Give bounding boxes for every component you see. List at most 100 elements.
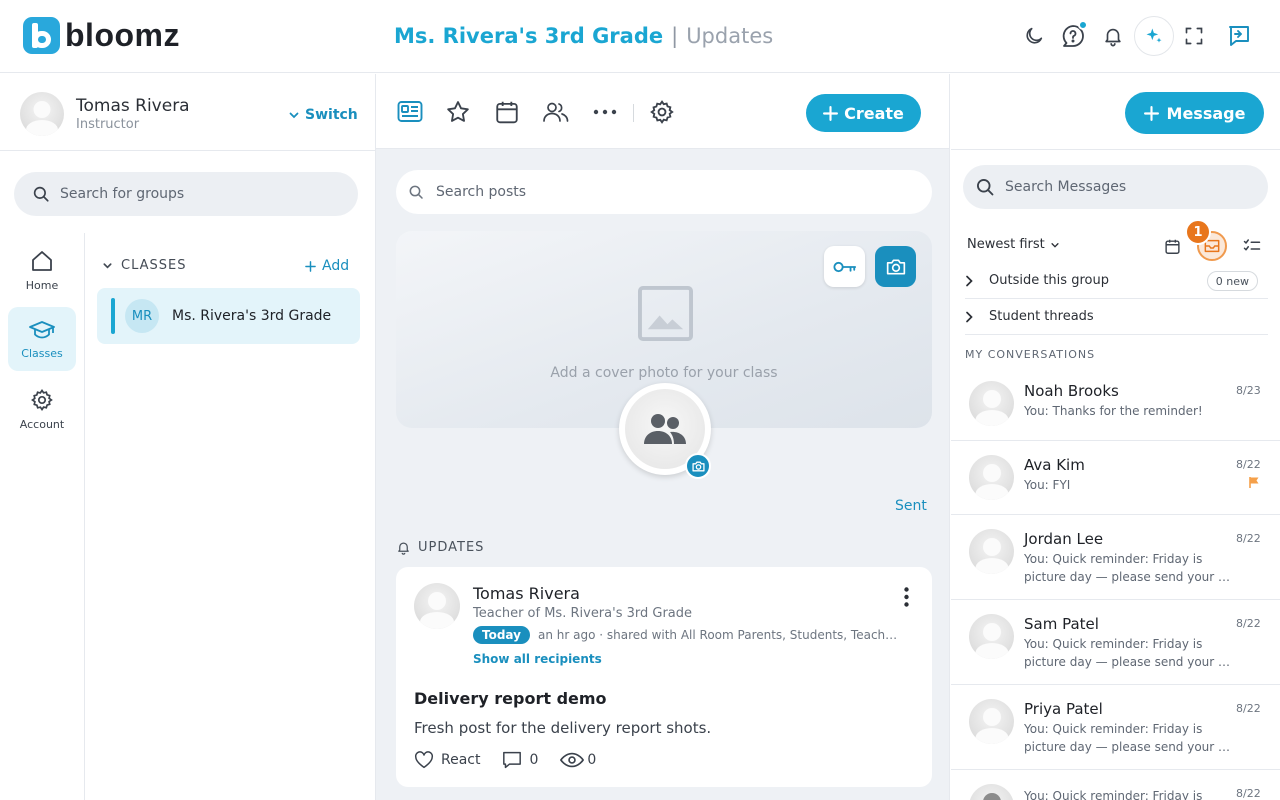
heart-icon xyxy=(415,751,433,769)
view-count: 0 xyxy=(587,752,597,768)
tab-favorites[interactable] xyxy=(444,98,472,126)
conversation-item[interactable]: Ava Kim 8/22 You: FYI xyxy=(951,441,1280,515)
classes-section-toggle[interactable]: CLASSES xyxy=(102,258,186,273)
camera-icon xyxy=(691,461,705,471)
react-button[interactable]: React xyxy=(414,751,480,769)
views-indicator: 0 xyxy=(560,752,596,768)
show-recipients-link[interactable]: Show all recipients xyxy=(473,652,602,666)
conversation-date: 8/22 xyxy=(1236,458,1261,471)
classes-heading: CLASSES xyxy=(121,258,187,273)
breadcrumb-group[interactable]: Ms. Rivera's 3rd Grade xyxy=(394,24,663,48)
create-button[interactable]: Create xyxy=(806,94,921,132)
new-message-label: Message xyxy=(1166,103,1246,123)
flag-icon xyxy=(1249,477,1259,488)
post-body: Fresh post for the delivery report shots… xyxy=(414,719,712,737)
graduation-cap-icon xyxy=(29,320,55,338)
bloomz-logo[interactable]: bloomz xyxy=(23,17,180,54)
class-name: Ms. Rivera's 3rd Grade xyxy=(172,308,332,324)
outside-group-row[interactable]: Outside this group 0 new xyxy=(965,263,1268,299)
post-card: Tomas Rivera Teacher of Ms. Rivera's 3rd… xyxy=(396,567,932,787)
post-author[interactable]: Tomas Rivera xyxy=(473,584,580,603)
filter-tasks-button[interactable] xyxy=(1241,235,1263,257)
post-author-avatar[interactable] xyxy=(414,583,460,629)
react-label: React xyxy=(441,752,481,768)
post-title: Delivery report demo xyxy=(414,689,607,708)
eye-icon xyxy=(560,752,585,768)
feed-toolbar: Create xyxy=(376,74,949,149)
people-icon xyxy=(543,102,569,122)
nav-home[interactable]: Home xyxy=(8,238,76,302)
profile-avatar[interactable] xyxy=(20,92,64,136)
conversation-date: 8/22 xyxy=(1236,617,1261,630)
comment-icon xyxy=(503,751,522,769)
bell-icon[interactable] xyxy=(1099,22,1127,50)
filter-by-date-button[interactable] xyxy=(1161,235,1183,257)
change-group-photo-button[interactable] xyxy=(685,453,711,479)
post-search-input[interactable] xyxy=(436,184,696,200)
class-item[interactable]: MR Ms. Rivera's 3rd Grade xyxy=(97,288,360,344)
more-options-button[interactable] xyxy=(591,98,619,126)
conversations-heading: MY CONVERSATIONS xyxy=(965,348,1096,361)
conversation-avatar xyxy=(969,784,1014,800)
conversation-name: Noah Brooks xyxy=(1024,382,1119,400)
sent-link[interactable]: Sent xyxy=(895,498,927,514)
create-label: Create xyxy=(844,103,904,123)
search-icon xyxy=(977,179,994,196)
tab-updates[interactable] xyxy=(396,98,424,126)
nav-account-label: Account xyxy=(19,417,65,431)
tab-members[interactable] xyxy=(542,98,570,126)
chevron-down-icon xyxy=(103,263,112,269)
group-settings-button[interactable] xyxy=(648,98,676,126)
ai-assistant-button[interactable] xyxy=(1134,16,1174,56)
logo-icon xyxy=(23,17,60,54)
new-message-button[interactable]: Message xyxy=(1125,92,1264,134)
updates-heading: UPDATES xyxy=(396,540,484,555)
plus-icon xyxy=(823,105,839,121)
sort-dropdown[interactable]: Newest first xyxy=(967,237,1060,252)
chevron-down-icon xyxy=(1051,242,1059,248)
fullscreen-icon[interactable] xyxy=(1180,22,1208,50)
group-search xyxy=(14,172,358,216)
student-threads-row[interactable]: Student threads xyxy=(965,299,1268,335)
conversation-item[interactable]: Noah Brooks 8/23 You: Thanks for the rem… xyxy=(951,367,1280,441)
privacy-key-button[interactable] xyxy=(824,246,865,287)
conversation-item[interactable]: Priya Patel 8/22 You: Quick reminder: Fr… xyxy=(951,685,1280,770)
message-search-input[interactable] xyxy=(1005,179,1265,195)
plus-icon xyxy=(305,260,316,272)
nav-classes[interactable]: Classes xyxy=(8,307,76,371)
outside-group-label: Outside this group xyxy=(989,273,1109,288)
star-icon xyxy=(447,101,469,122)
dark-mode-icon[interactable] xyxy=(1020,22,1048,50)
unread-count-badge: 1 xyxy=(1185,219,1211,245)
switch-account-button[interactable]: Switch xyxy=(288,107,358,123)
post-actions: React 0 0 xyxy=(414,751,618,769)
profile-header: Tomas Rivera Instructor Switch xyxy=(0,74,375,151)
nav-classes-label: Classes xyxy=(21,346,63,360)
post-menu-button[interactable] xyxy=(898,585,914,609)
help-icon[interactable] xyxy=(1059,20,1088,50)
tab-calendar[interactable] xyxy=(493,98,521,126)
home-icon xyxy=(32,250,52,271)
class-item-indicator xyxy=(111,298,115,334)
nav-account[interactable]: Account xyxy=(8,377,76,441)
messages-panel: Message Newest first 1 Outside this grou… xyxy=(951,74,1280,800)
conversation-item[interactable]: Sam Patel 8/22 You: Quick reminder: Frid… xyxy=(951,600,1280,685)
gear-icon xyxy=(650,100,674,124)
group-avatar[interactable] xyxy=(619,383,711,479)
conversation-item[interactable]: 8/22 You: Quick reminder: Friday is xyxy=(951,770,1280,800)
add-class-button[interactable]: Add xyxy=(305,258,349,274)
profile-name: Tomas Rivera xyxy=(76,96,190,116)
conversation-name: Ava Kim xyxy=(1024,456,1085,474)
upload-cover-button[interactable] xyxy=(875,246,916,287)
feedback-icon[interactable] xyxy=(1225,22,1253,50)
group-search-input[interactable] xyxy=(60,186,320,202)
comments-button[interactable]: 0 xyxy=(502,751,538,769)
help-notification-dot xyxy=(1078,20,1088,30)
new-count-pill: 0 new xyxy=(1206,271,1258,291)
breadcrumb-separator: | xyxy=(671,24,679,48)
conversation-avatar xyxy=(969,529,1014,574)
conversation-item[interactable]: Jordan Lee 8/22 You: Quick reminder: Fri… xyxy=(951,515,1280,600)
post-meta: Today an hr ago · shared with All Room P… xyxy=(473,626,903,644)
post-search xyxy=(396,170,932,214)
class-initials: MR xyxy=(125,299,159,333)
